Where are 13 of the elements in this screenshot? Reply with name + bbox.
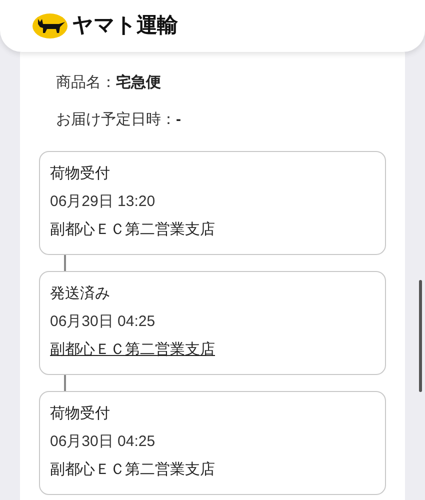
logo-icon bbox=[32, 13, 68, 39]
product-name: 商品名：宅急便 bbox=[56, 73, 162, 93]
status-text: 発送済み bbox=[50, 284, 111, 304]
branch-name: 副都心ＥＣ第二営業支店 bbox=[50, 461, 215, 478]
date-time: 06月29日 13:20 bbox=[50, 192, 156, 212]
date-time: 06月30日 04:25 bbox=[50, 432, 156, 452]
date-time: 06月30日 04:25 bbox=[50, 312, 156, 332]
status-text: 荷物受付 bbox=[50, 404, 111, 424]
branch-name: 副都心ＥＣ第二営業支店 bbox=[50, 221, 215, 238]
status-text: 荷物受付 bbox=[50, 164, 111, 184]
logo-text: ヤマト運輸 bbox=[72, 13, 178, 40]
branch-link[interactable]: 副都心ＥＣ第二営業支店 bbox=[50, 341, 215, 358]
delivery-date: お届け予定日時：- bbox=[56, 110, 182, 130]
